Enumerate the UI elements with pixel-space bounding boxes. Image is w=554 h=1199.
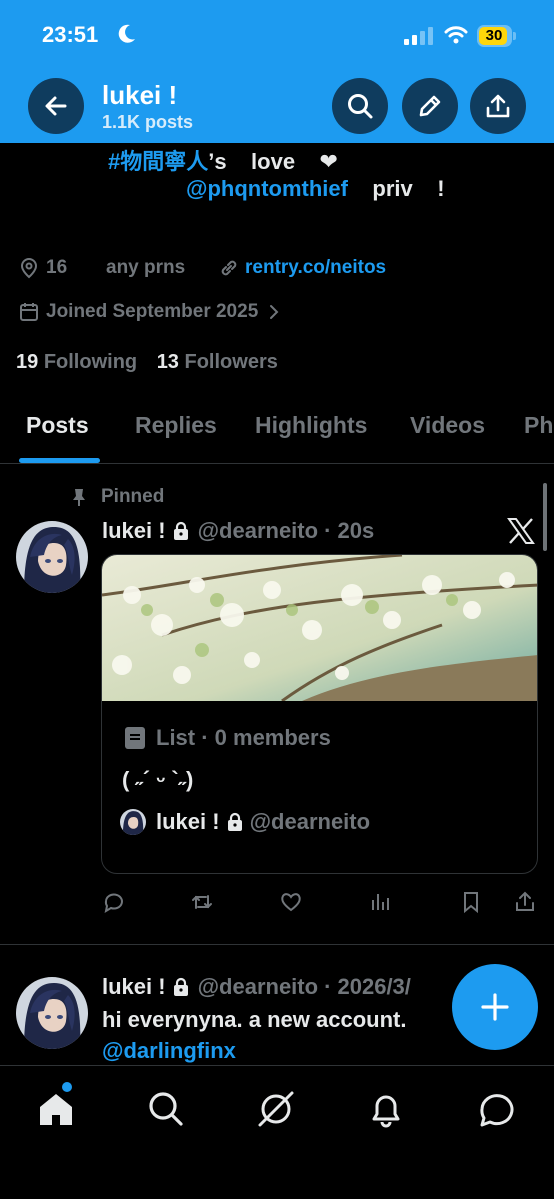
profile-location: 16	[18, 257, 67, 279]
post-text: hi everynyna. a new account.	[102, 1007, 407, 1032]
messages-icon[interactable]	[477, 1089, 517, 1129]
like-icon[interactable]	[279, 890, 303, 914]
share-icon[interactable]	[513, 890, 537, 914]
post-time: · 20s	[324, 518, 375, 543]
followers-link[interactable]: 13 Followers	[157, 351, 278, 373]
following-label: Following	[43, 351, 138, 373]
tab-videos[interactable]: Videos	[410, 412, 485, 439]
bio-hashtag[interactable]: #物間寧人	[108, 149, 208, 174]
share-icon	[486, 94, 510, 118]
avatar[interactable]	[16, 977, 88, 1049]
bio-text: ’s love ❤	[208, 149, 338, 174]
views-icon[interactable]	[369, 890, 393, 914]
moon-icon	[118, 24, 135, 43]
home-icon[interactable]	[36, 1089, 76, 1129]
list-owner-handle: @dearneito	[249, 809, 371, 834]
list-meta: List · 0 members	[124, 725, 331, 751]
battery-indicator: 30	[477, 25, 517, 47]
lock-icon	[173, 521, 188, 540]
tab-posts[interactable]: Posts	[26, 412, 89, 439]
back-button[interactable]	[28, 78, 84, 134]
bio-mention[interactable]: @phqntomthief	[186, 176, 348, 201]
calendar-icon	[20, 303, 38, 321]
post-author-name[interactable]: lukei !	[102, 518, 166, 544]
link-icon	[221, 260, 237, 276]
post-actions	[102, 890, 542, 918]
search-icon	[348, 94, 373, 119]
battery-level: 30	[485, 27, 503, 44]
list-description: ( ˶´ ᵕ `˶)	[122, 767, 194, 792]
tab-replies[interactable]: Replies	[135, 412, 217, 439]
followers-label: Followers	[184, 351, 278, 373]
pinned-text: Pinned	[101, 486, 165, 507]
post-header: lukei ! @dearneito · 2026/3/	[102, 974, 411, 1000]
tab-photos[interactable]: Ph	[524, 412, 553, 439]
joined-text: Joined September 2025	[46, 301, 259, 322]
pinned-label: Pinned	[70, 486, 164, 508]
following-count: 19	[16, 351, 39, 373]
avatar-image	[16, 521, 88, 593]
avatar-image	[16, 977, 88, 1049]
profile-link[interactable]: rentry.co/neitos	[218, 257, 386, 279]
avatar[interactable]	[16, 521, 88, 593]
location-pin-icon	[20, 257, 38, 279]
grok-icon[interactable]	[256, 1089, 296, 1129]
post-divider	[0, 944, 554, 945]
lock-icon	[227, 812, 242, 831]
notifications-icon[interactable]	[366, 1089, 406, 1129]
bottom-navigation	[0, 1065, 554, 1199]
reply-icon[interactable]	[102, 890, 126, 914]
list-icon	[125, 727, 145, 749]
profile-header: 23:51 30 lukei ! 1.1K posts	[0, 0, 554, 143]
post-header: lukei ! @dearneito · 20s	[102, 518, 374, 544]
post-author-handle[interactable]: @dearneito	[198, 518, 318, 544]
tab-highlights[interactable]: Highlights	[255, 412, 367, 439]
back-arrow-icon	[45, 96, 67, 116]
list-owner-avatar	[120, 809, 146, 835]
location-text: 16	[46, 257, 68, 278]
bookmark-icon[interactable]	[459, 890, 483, 914]
post-time: · 2026/3/	[324, 974, 411, 999]
cellular-signal-icon	[404, 27, 433, 45]
wifi-icon	[444, 26, 468, 44]
post-author-handle[interactable]: @dearneito	[198, 974, 318, 1000]
list-banner-image	[102, 555, 537, 701]
x-logo-icon	[507, 518, 535, 544]
bio-text-2: priv !	[347, 176, 445, 201]
bio-line-2: @phqntomthief priv !	[186, 176, 445, 202]
active-tab-indicator	[19, 458, 100, 463]
search-button[interactable]	[332, 78, 388, 134]
post-mention[interactable]: @darlingfinx	[102, 1038, 236, 1064]
followers-count: 13	[156, 351, 179, 373]
search-icon[interactable]	[146, 1089, 186, 1129]
bio-line-1: #物間寧人’s love ❤	[108, 144, 338, 176]
share-button[interactable]	[470, 78, 526, 134]
chevron-right-icon	[270, 305, 279, 319]
follow-stats: 19 Following 13 Followers	[16, 351, 278, 374]
pin-icon	[73, 489, 85, 506]
pencil-icon	[419, 95, 441, 117]
status-time: 23:51	[42, 22, 99, 47]
list-owner-name: lukei !	[156, 809, 220, 834]
list-card[interactable]: List · 0 members ( ˶´ ᵕ `˶) lukei ! @dea…	[101, 554, 538, 874]
post-count: 1.1K posts	[102, 112, 194, 132]
repost-icon[interactable]	[190, 890, 214, 914]
profile-pronouns: any prns	[106, 257, 186, 278]
edit-button[interactable]	[402, 78, 458, 134]
post-author-name[interactable]: lukei !	[102, 974, 166, 1000]
plus-icon	[481, 993, 509, 1021]
scrollbar[interactable]	[543, 483, 547, 551]
profile-name: lukei !	[102, 80, 178, 110]
link-url[interactable]: rentry.co/neitos	[245, 257, 386, 279]
compose-button[interactable]	[452, 964, 538, 1050]
list-member-count: List · 0 members	[156, 725, 331, 750]
following-link[interactable]: 19 Following	[16, 351, 137, 373]
list-owner: lukei ! @dearneito	[120, 809, 370, 835]
lock-icon	[173, 977, 188, 996]
profile-tabs: Posts Replies Highlights Videos Ph	[0, 400, 554, 464]
profile-joined[interactable]: Joined September 2025	[18, 301, 282, 323]
notification-dot	[62, 1082, 72, 1092]
